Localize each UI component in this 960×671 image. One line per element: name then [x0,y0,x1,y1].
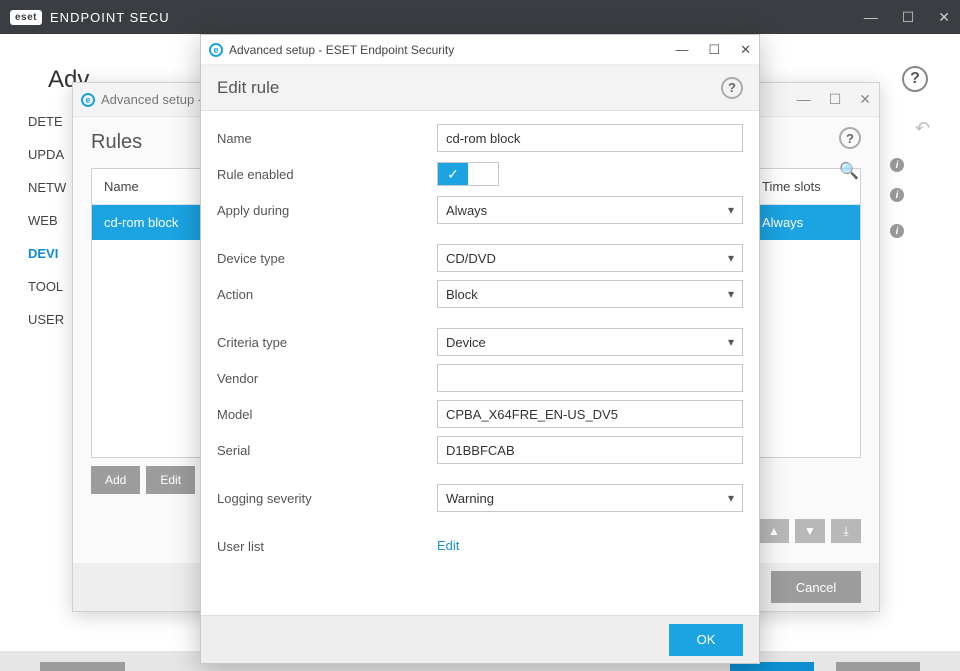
name-input[interactable] [437,124,743,152]
criteria-type-value: Device [446,335,486,350]
device-type-value: CD/DVD [446,251,496,266]
move-up-icon[interactable]: ▲ [759,519,789,543]
dialog-titlebar-text: Advanced setup - ESET Endpoint Security [229,43,454,57]
label-device-type: Device type [217,251,437,266]
default-button[interactable]: Default [40,662,125,671]
label-enabled: Rule enabled [217,167,437,182]
close-icon[interactable]: ✕ [859,91,871,108]
label-user-list: User list [217,539,437,554]
dialog-footer: OK [201,615,759,663]
help-icon[interactable]: ? [721,77,743,99]
maximize-icon[interactable]: ☐ [708,42,720,58]
eset-logo: eset [10,10,42,25]
label-serial: Serial [217,443,437,458]
nav-tools[interactable]: TOOL [28,279,66,294]
label-apply-during: Apply during [217,203,437,218]
minimize-icon[interactable]: — [675,42,688,58]
chevron-down-icon: ▾ [728,251,734,265]
app-titlebar: eset ENDPOINT SECU — ☐ ✕ [0,0,960,34]
nav-device[interactable]: DEVI [28,246,66,261]
check-icon: ✓ [438,163,468,185]
dialog-titlebar: e Advanced setup - ESET Endpoint Securit… [201,35,759,65]
label-model: Model [217,407,437,422]
model-input[interactable] [437,400,743,428]
label-vendor: Vendor [217,371,437,386]
edit-rule-dialog: e Advanced setup - ESET Endpoint Securit… [200,34,760,664]
label-logging-severity: Logging severity [217,491,437,506]
cell-timeslot: Always [750,205,860,240]
chevron-down-icon: ▾ [728,287,734,301]
app-title: ENDPOINT SECU [50,10,170,25]
edit-button[interactable]: Edit [146,466,195,494]
maximize-icon[interactable]: ☐ [829,91,842,108]
chevron-down-icon: ▾ [728,491,734,505]
label-name: Name [217,131,437,146]
close-icon[interactable]: ✕ [938,9,950,26]
help-icon[interactable]: ? [839,127,861,149]
criteria-type-select[interactable]: Device ▾ [437,328,743,356]
eset-icon: e [209,43,223,57]
help-icon[interactable]: ? [902,66,928,92]
nav-network[interactable]: NETW [28,180,66,195]
info-icon[interactable]: i [890,224,904,238]
dialog-body: Name Rule enabled ✓ Apply during Always [201,111,759,615]
serial-input[interactable] [437,436,743,464]
nav-detection[interactable]: DETE [28,114,66,129]
nav-user[interactable]: USER [28,312,66,327]
action-value: Block [446,287,478,302]
category-nav: DETE UPDA NETW WEB DEVI TOOL USER [28,114,66,327]
dialog-ok-button[interactable]: OK [669,624,743,656]
enabled-toggle[interactable]: ✓ [437,162,499,186]
undo-icon[interactable]: ↶ [915,118,930,139]
rules-titlebar-text: Advanced setup - [101,92,202,107]
label-action: Action [217,287,437,302]
logging-severity-value: Warning [446,491,494,506]
cancel-button[interactable]: Cancel [836,662,920,671]
info-icon[interactable]: i [890,188,904,202]
vendor-input[interactable] [437,364,743,392]
toggle-off-segment [468,163,498,185]
search-icon[interactable]: 🔍 [839,161,859,181]
apply-during-select[interactable]: Always ▾ [437,196,743,224]
info-icon[interactable]: i [890,158,904,172]
nav-web[interactable]: WEB [28,213,66,228]
move-bottom-icon[interactable]: ⤓ [831,519,861,543]
chevron-down-icon: ▾ [728,203,734,217]
minimize-icon[interactable]: — [797,91,811,108]
dialog-heading: Edit rule [217,78,279,98]
label-criteria-type: Criteria type [217,335,437,350]
window-controls: — ☐ ✕ [864,9,950,26]
dialog-subheader: Edit rule ? [201,65,759,111]
apply-during-value: Always [446,203,487,218]
add-button[interactable]: Add [91,466,140,494]
logging-severity-select[interactable]: Warning ▾ [437,484,743,512]
device-type-select[interactable]: CD/DVD ▾ [437,244,743,272]
minimize-icon[interactable]: — [864,9,878,26]
move-down-icon[interactable]: ▼ [795,519,825,543]
maximize-icon[interactable]: ☐ [902,9,915,26]
action-select[interactable]: Block ▾ [437,280,743,308]
rules-cancel-button[interactable]: Cancel [771,571,861,603]
close-icon[interactable]: ✕ [740,42,751,58]
nav-update[interactable]: UPDA [28,147,66,162]
eset-icon: e [81,93,95,107]
user-list-edit-link[interactable]: Edit [437,538,459,553]
chevron-down-icon: ▾ [728,335,734,349]
